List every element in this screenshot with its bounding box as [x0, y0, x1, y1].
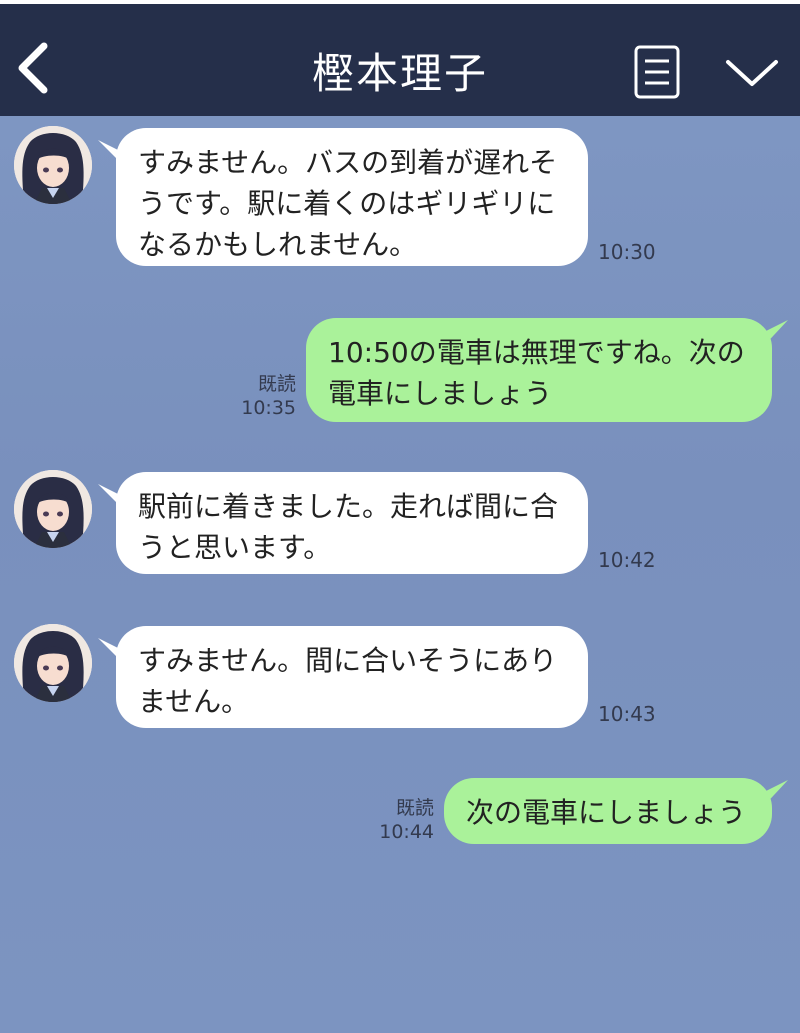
menu-list-icon: [634, 45, 680, 99]
avatar[interactable]: [14, 470, 92, 548]
bubble-tail: [760, 320, 788, 350]
message-time: 10:42: [598, 548, 656, 572]
message-bubble-incoming[interactable]: 駅前に着きました。走れば間に合 うと思います。: [116, 472, 588, 574]
read-receipt: 既読: [395, 797, 434, 819]
message-bubble-incoming[interactable]: すみません。バスの到着が遅れそ うです。駅に着くのはギリギリに なるかもしれませ…: [116, 128, 588, 266]
avatar-portrait-icon: [14, 470, 92, 548]
bubble-tail: [760, 780, 788, 810]
message-meta: 既読 10:35: [230, 372, 296, 420]
chat-screen: 樫本理子 すみません。バスの到着が遅れそ うです。駅に着くのはギリギリに なるか…: [0, 0, 800, 1033]
avatar[interactable]: [14, 126, 92, 204]
message-bubble-outgoing[interactable]: 次の電車にしましょう: [444, 778, 772, 844]
avatar[interactable]: [14, 624, 92, 702]
menu-button[interactable]: [632, 44, 682, 100]
message-time: 10:35: [241, 397, 296, 419]
message-bubble-incoming[interactable]: すみません。間に合いそうにあり ません。: [116, 626, 588, 728]
chevron-down-icon: [726, 60, 778, 86]
message-list[interactable]: すみません。バスの到着が遅れそ うです。駅に着くのはギリギリに なるかもしれませ…: [0, 116, 800, 1033]
avatar-portrait-icon: [14, 126, 92, 204]
message-meta: 既読 10:44: [368, 796, 434, 844]
chat-header: 樫本理子: [0, 0, 800, 116]
message-time: 10:43: [598, 702, 656, 726]
read-receipt: 既読: [257, 373, 296, 395]
avatar-portrait-icon: [14, 624, 92, 702]
expand-button[interactable]: [722, 52, 782, 96]
message-time: 10:44: [379, 821, 434, 843]
message-bubble-outgoing[interactable]: 10:50の電車は無理ですね。次の 電車にしましょう: [306, 318, 772, 422]
message-time: 10:30: [598, 240, 656, 264]
